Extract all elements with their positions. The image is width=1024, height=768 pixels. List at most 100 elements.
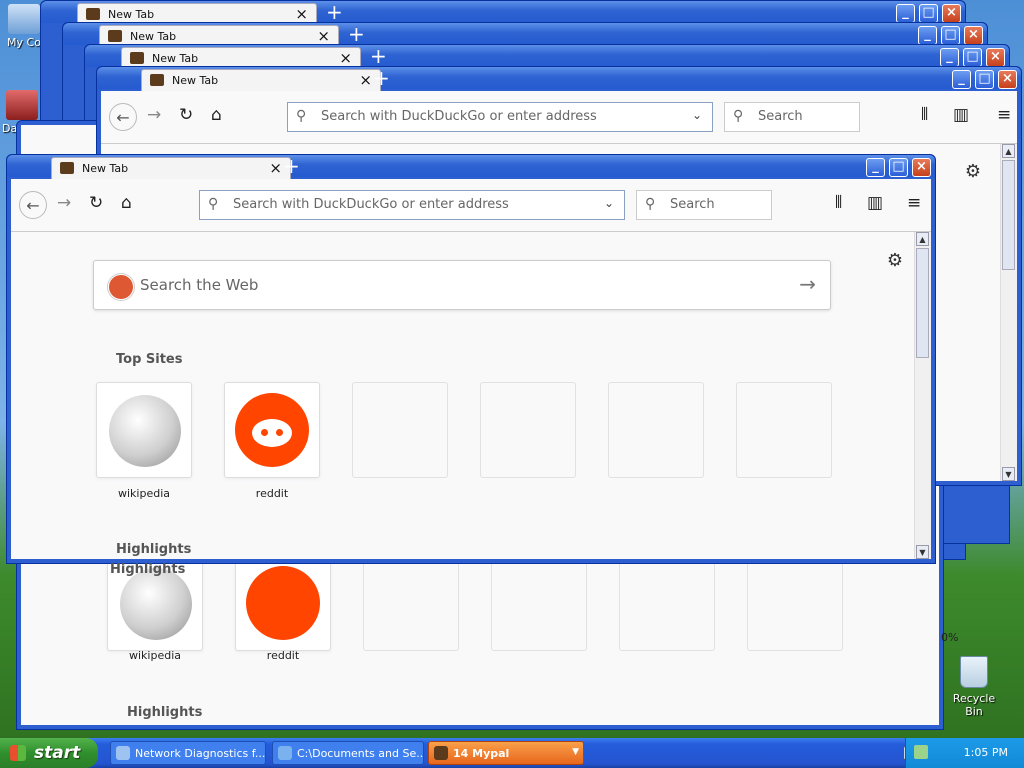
vertical-scrollbar[interactable]: ▲ ▼ [914, 232, 931, 559]
url-bar[interactable]: ⚲ Search with DuckDuckGo or enter addres… [287, 102, 713, 132]
tab-new-tab[interactable]: New Tab × [51, 157, 291, 179]
new-tab-button[interactable]: + [283, 154, 300, 178]
scroll-up-arrow[interactable]: ▲ [916, 232, 929, 246]
minimize-button[interactable]: _ [918, 26, 937, 45]
minimize-button[interactable]: _ [896, 4, 915, 23]
library-icon[interactable]: ⫴ [921, 105, 928, 125]
top-site-reddit[interactable] [224, 382, 320, 478]
reload-button[interactable]: ↻ [179, 105, 193, 125]
close-window-button[interactable]: × [942, 4, 961, 23]
taskbar-item-documents[interactable]: C:\Documents and Se... [272, 741, 424, 765]
tab-title: New Tab [130, 30, 177, 43]
close-tab-icon[interactable]: × [339, 49, 352, 67]
search-bar[interactable]: ⚲ Search [724, 102, 860, 132]
library-icon[interactable]: ⫴ [835, 193, 842, 213]
menu-icon[interactable]: ≡ [997, 105, 1011, 125]
title-bar[interactable]: New Tab × + _ □ × [85, 44, 1009, 69]
forward-button[interactable]: → [147, 105, 161, 125]
back-button[interactable]: ← [109, 103, 137, 131]
close-tab-icon[interactable]: × [269, 159, 282, 177]
top-site-wikipedia[interactable] [96, 382, 192, 478]
close-tab-icon[interactable]: × [295, 5, 308, 23]
mypal-favicon-icon [108, 30, 122, 42]
reload-button[interactable]: ↻ [89, 193, 103, 213]
reddit-logo-icon [235, 393, 309, 467]
reddit-eye [276, 429, 283, 436]
menu-icon[interactable]: ≡ [907, 193, 921, 213]
minimize-button[interactable]: _ [952, 70, 971, 89]
chevron-down-icon[interactable]: ⌄ [692, 108, 702, 122]
sidebar-icon[interactable]: ▥ [867, 193, 883, 213]
sidebar-icon[interactable]: ▥ [953, 105, 969, 125]
home-button[interactable]: ⌂ [121, 193, 132, 213]
taskbar-item-mypal[interactable]: 14 Mypal ▼ [428, 741, 584, 765]
new-tab-button[interactable]: + [348, 22, 365, 46]
title-bar[interactable]: New Tab × + _ □ × [41, 0, 965, 25]
scroll-up-arrow[interactable]: ▲ [1002, 144, 1015, 158]
maximize-button[interactable]: □ [975, 70, 994, 89]
scroll-down-arrow[interactable]: ▼ [1002, 467, 1015, 481]
top-site-empty[interactable] [491, 555, 587, 651]
new-tab-button[interactable]: + [326, 0, 343, 24]
maximize-button[interactable]: □ [963, 48, 982, 67]
top-site-reddit[interactable] [235, 555, 331, 651]
clock: 1:05 PM [963, 746, 1008, 759]
close-tab-icon[interactable]: × [317, 27, 330, 45]
tab-new-tab[interactable]: New Tab × [141, 69, 381, 91]
forward-button[interactable]: → [57, 193, 71, 213]
tab-title: New Tab [82, 162, 129, 175]
chevron-down-icon[interactable]: ⌄ [604, 196, 614, 210]
settings-gear-icon[interactable]: ⚙ [965, 161, 981, 182]
back-button[interactable]: ← [19, 191, 47, 219]
title-bar[interactable]: New Tab × + _ □ × [7, 154, 935, 179]
computer-icon [8, 4, 40, 34]
top-site-empty[interactable] [747, 555, 843, 651]
vertical-scrollbar[interactable]: ▲ ▼ [1000, 144, 1017, 481]
close-tab-icon[interactable]: × [359, 71, 372, 89]
tab-title: New Tab [152, 52, 199, 65]
system-tray: 1:05 PM [905, 738, 1024, 768]
web-search-box[interactable]: Search the Web → [93, 260, 831, 310]
top-site-empty[interactable] [608, 382, 704, 478]
start-button[interactable]: start [0, 738, 98, 768]
tab-title: New Tab [172, 74, 219, 87]
settings-gear-icon[interactable]: ⚙ [887, 250, 903, 271]
desktop-icon-my-computer[interactable]: My Co [4, 4, 44, 49]
wikipedia-globe-icon [109, 395, 181, 467]
title-bar[interactable]: New Tab × + _ □ × [63, 22, 987, 47]
window-body: ← → ↻ ⌂ ⚲ Search with DuckDuckGo or ente… [11, 179, 931, 559]
arrow-right-icon[interactable]: → [799, 272, 816, 296]
top-site-empty[interactable] [480, 382, 576, 478]
top-site-empty[interactable] [352, 382, 448, 478]
top-site-label: reddit [266, 649, 300, 662]
home-button[interactable]: ⌂ [211, 105, 222, 125]
top-site-empty[interactable] [363, 555, 459, 651]
close-window-button[interactable]: × [912, 158, 931, 177]
close-window-button[interactable]: × [986, 48, 1005, 67]
minimize-button[interactable]: _ [866, 158, 885, 177]
minimize-button[interactable]: _ [940, 48, 959, 67]
new-tab-button[interactable]: + [373, 66, 390, 90]
url-bar[interactable]: ⚲ Search with DuckDuckGo or enter addres… [199, 190, 625, 220]
top-site-empty[interactable] [619, 555, 715, 651]
scroll-down-arrow[interactable]: ▼ [916, 545, 929, 559]
search-placeholder: Search [758, 109, 803, 124]
taskbar-item-network-diagnostics[interactable]: Network Diagnostics f... [110, 741, 266, 765]
zoom-level[interactable]: 0% [941, 631, 958, 644]
maximize-button[interactable]: □ [941, 26, 960, 45]
desktop-icon-recycle-bin[interactable]: Recycle Bin [946, 656, 1002, 718]
scroll-thumb[interactable] [1002, 160, 1015, 270]
maximize-button[interactable]: □ [919, 4, 938, 23]
close-window-button[interactable]: × [998, 70, 1017, 89]
scroll-thumb[interactable] [916, 248, 929, 358]
browser-window-front[interactable]: New Tab × + _ □ × ← → ↻ ⌂ ⚲ Search with D… [6, 154, 936, 564]
title-bar[interactable]: New Tab × + _ □ × [97, 66, 1021, 91]
top-site-empty[interactable] [736, 382, 832, 478]
new-tab-button[interactable]: + [370, 44, 387, 68]
tray-network-icon[interactable] [914, 745, 928, 759]
maximize-button[interactable]: □ [889, 158, 908, 177]
reddit-eye [261, 429, 268, 436]
close-window-button[interactable]: × [964, 26, 983, 45]
search-bar[interactable]: ⚲ Search [636, 190, 772, 220]
search-icon: ⚲ [645, 196, 656, 212]
